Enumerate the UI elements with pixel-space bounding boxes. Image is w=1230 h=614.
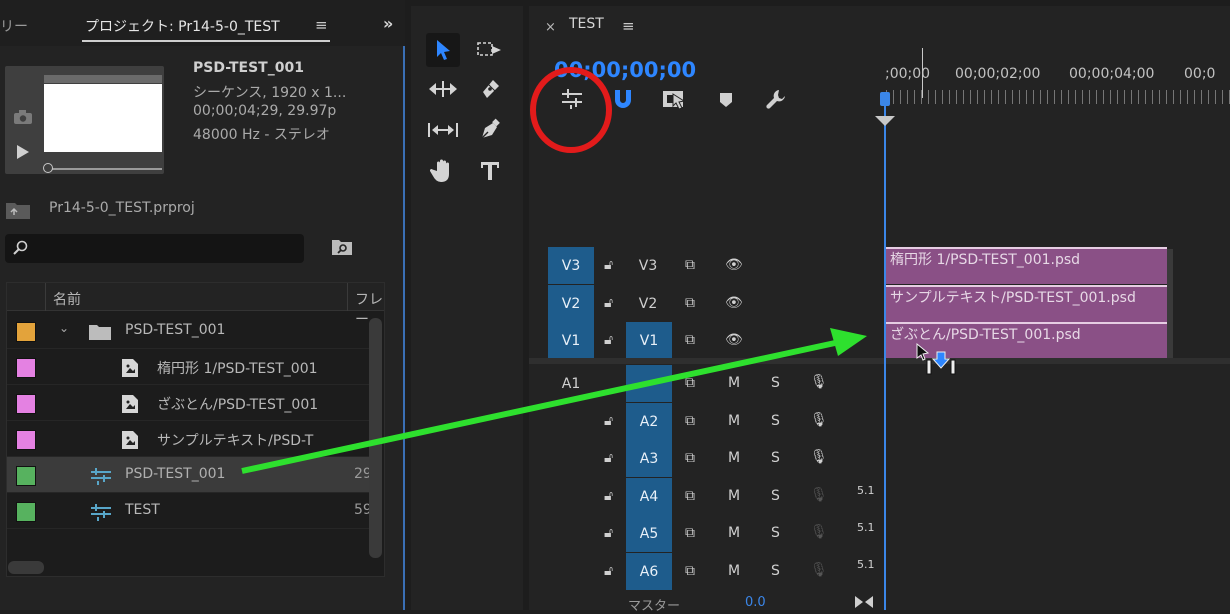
highlight-circle: [530, 67, 612, 153]
drag-arrow: [241, 340, 836, 474]
annotation-overlay: [241, 67, 867, 474]
drag-arrow-head: [830, 328, 867, 356]
